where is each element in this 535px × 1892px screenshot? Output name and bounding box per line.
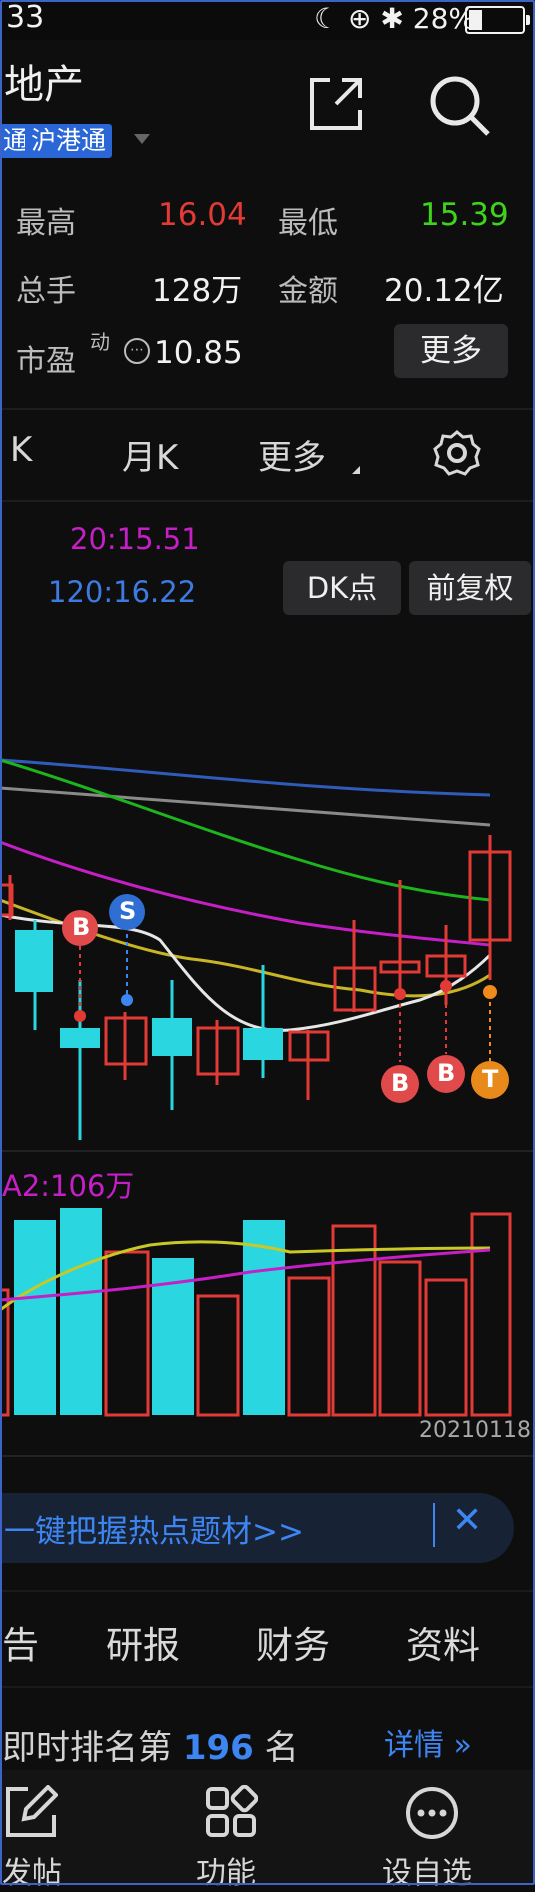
screen-frame xyxy=(0,0,535,1885)
